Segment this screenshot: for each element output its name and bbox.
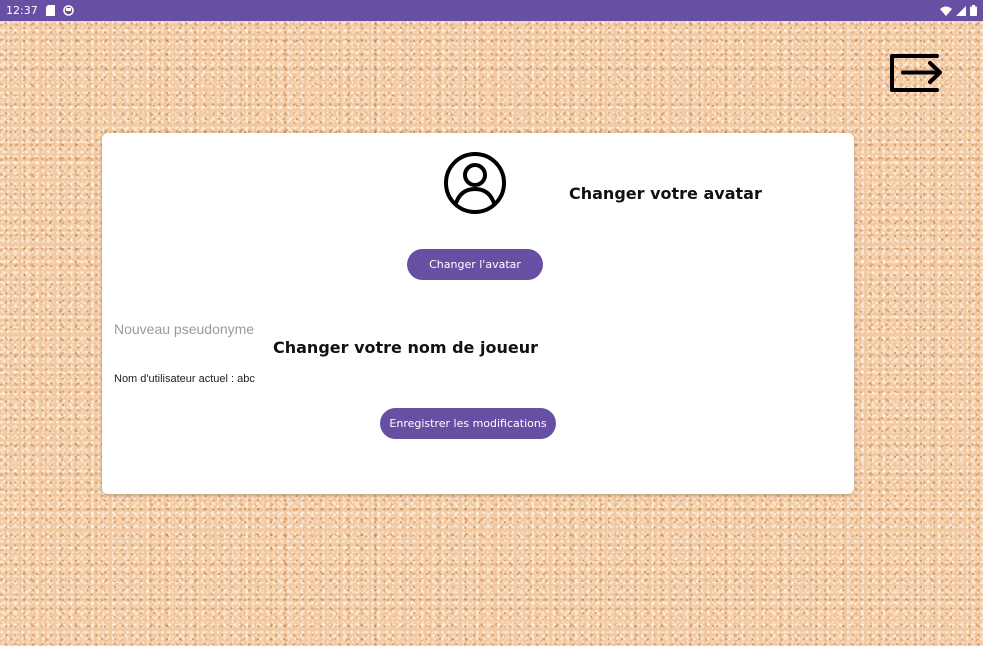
profile-card: Changer votre avatar Changer l'avatar Ch…	[102, 133, 854, 494]
sd-card-icon	[45, 5, 55, 16]
status-bar-left: 12:37	[6, 4, 74, 17]
logout-icon	[890, 54, 942, 92]
battery-icon	[970, 5, 977, 16]
status-time: 12:37	[6, 4, 38, 17]
status-bar-right	[940, 5, 977, 16]
sync-circle-icon	[62, 5, 74, 16]
current-username-text: Nom d'utilisateur actuel : abc	[114, 373, 255, 385]
wifi-icon	[940, 6, 952, 16]
signal-icon	[956, 5, 966, 16]
status-bar: 12:37	[0, 0, 983, 21]
player-name-section-title: Changer votre nom de joueur	[273, 338, 538, 357]
change-avatar-button[interactable]: Changer l'avatar	[407, 249, 543, 280]
logout-button[interactable]	[889, 53, 943, 93]
new-nickname-input[interactable]	[112, 318, 276, 340]
save-changes-button[interactable]: Enregistrer les modifications	[380, 408, 556, 439]
avatar-section-title: Changer votre avatar	[569, 184, 762, 203]
account-circle-icon[interactable]	[443, 151, 507, 215]
